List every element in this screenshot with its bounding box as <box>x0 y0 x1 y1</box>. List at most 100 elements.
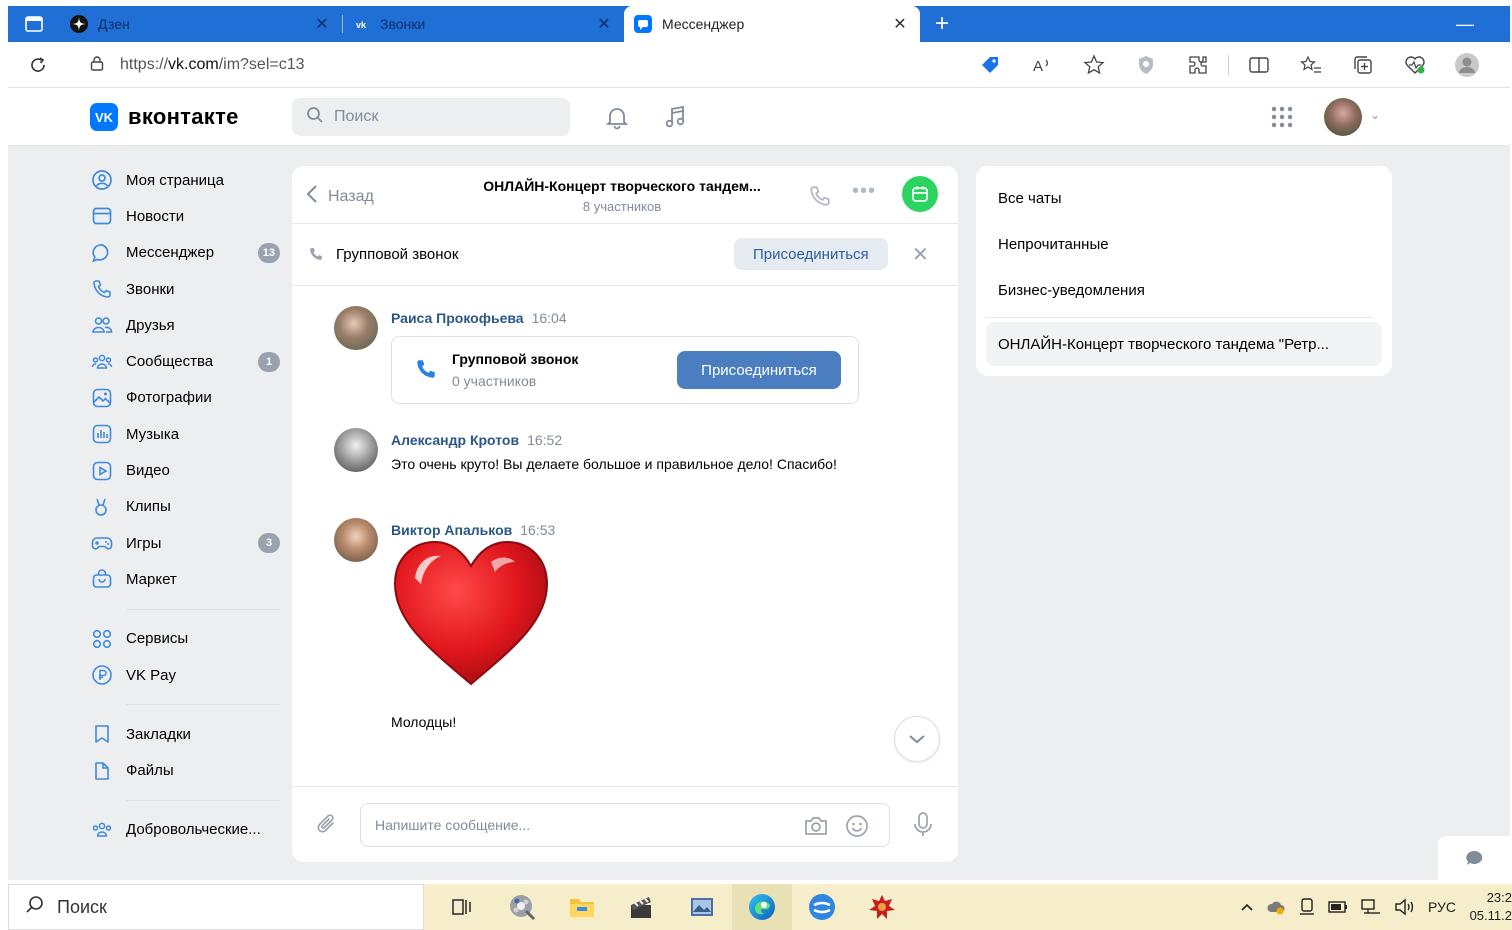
task-view-icon[interactable] <box>432 884 492 930</box>
tab-actions-icon[interactable] <box>8 6 60 42</box>
sidebar-item-friends[interactable]: Друзья <box>90 307 280 343</box>
chat-bubble-icon[interactable] <box>1438 836 1510 880</box>
meet-now-icon[interactable] <box>1298 897 1316 917</box>
profile-icon[interactable] <box>1441 52 1493 78</box>
sidebar-item-news[interactable]: Новости <box>90 198 280 234</box>
clock[interactable]: 23:2 05.11.2 <box>1462 889 1512 925</box>
minimize-icon[interactable]: — <box>1420 6 1510 42</box>
emoji-icon[interactable] <box>845 814 869 841</box>
notifications-bell-icon[interactable] <box>604 104 630 133</box>
sidebar-item-communities[interactable]: Сообщества 1 <box>90 343 280 379</box>
sidebar-item-calls[interactable]: Звонки <box>90 271 280 307</box>
message-input[interactable] <box>375 804 795 846</box>
sidebar-item-photos[interactable]: Фотографии <box>90 380 280 416</box>
video-icon <box>90 459 114 483</box>
favorites-list-icon[interactable] <box>1285 54 1337 76</box>
chat-header: Назад ОНЛАЙН-Концерт творческого тандем.… <box>292 166 958 224</box>
heart-sticker[interactable] <box>391 540 551 693</box>
more-options-icon[interactable]: ••• <box>852 180 876 203</box>
sidebar-item-market[interactable]: Маркет <box>90 561 280 597</box>
sidebar-item-video[interactable]: Видео <box>90 452 280 488</box>
taskbar-search-label: Поиск <box>57 896 107 917</box>
chat-member-count[interactable]: 8 участников <box>472 199 772 214</box>
sidebar-item-clips[interactable]: Клипы <box>90 489 280 525</box>
sidebar-item-files[interactable]: Файлы <box>90 752 280 788</box>
vk-logo[interactable]: VK вконтакте <box>90 103 239 131</box>
browser-tab-calls[interactable]: vk Звонки ✕ <box>342 6 624 42</box>
url-text: https://vk.com/im?sel=c13 <box>120 55 305 73</box>
music-player-icon[interactable] <box>662 104 688 133</box>
collections-icon[interactable] <box>1337 54 1389 76</box>
folder-business[interactable]: Бизнес-уведомления <box>998 282 1145 299</box>
extensions-icon[interactable] <box>1172 54 1224 76</box>
chevron-down-icon[interactable]: ⌄ <box>1370 108 1380 122</box>
close-tab-icon[interactable]: ✕ <box>890 14 910 34</box>
sidebar-item-my-page[interactable]: Моя страница <box>90 162 280 198</box>
user-avatar[interactable] <box>1324 98 1362 136</box>
sidebar-item-vkpay[interactable]: VK Pay <box>90 657 280 693</box>
coupon-icon[interactable] <box>964 54 1016 76</box>
unread-badge: 13 <box>257 242 280 263</box>
sidebar-item-volunteers[interactable]: Добровольческие... <box>90 812 280 848</box>
scroll-down-button[interactable] <box>894 716 940 762</box>
message-author[interactable]: Виктор Апальков 16:53 <box>391 522 555 538</box>
chat-title[interactable]: ОНЛАЙН-Концерт творческого тандем... <box>472 178 772 194</box>
apps-grid-icon[interactable] <box>1270 105 1294 132</box>
edge-browser-icon[interactable] <box>732 884 792 930</box>
microphone-icon[interactable] <box>912 811 934 842</box>
favorite-star-icon[interactable] <box>1068 53 1120 76</box>
join-call-button[interactable]: Присоединиться <box>734 238 888 270</box>
group-call-label: Групповой звонок <box>336 246 459 263</box>
messenger-app-icon[interactable] <box>792 884 852 930</box>
close-tab-icon[interactable]: ✕ <box>312 14 332 34</box>
author-avatar[interactable] <box>334 428 378 472</box>
message-item: Александр Кротов 16:52 Это очень круто! В… <box>334 428 894 504</box>
input-language[interactable]: РУС <box>1428 899 1456 915</box>
split-screen-icon[interactable] <box>1233 55 1285 75</box>
author-avatar[interactable] <box>334 518 378 562</box>
volume-icon[interactable] <box>1394 898 1416 916</box>
browser-tab-dzen[interactable]: Дзен ✕ <box>60 6 342 42</box>
url-field[interactable]: https://vk.com/im?sel=c13 <box>68 47 958 82</box>
vk-search-input[interactable]: Поиск <box>292 98 570 136</box>
reload-icon[interactable] <box>8 55 68 75</box>
folder-all-chats[interactable]: Все чаты <box>998 190 1062 207</box>
sidebar-item-games[interactable]: Игры 3 <box>90 525 280 561</box>
sidebar-item-music[interactable]: Музыка <box>90 416 280 452</box>
battery-icon[interactable] <box>1328 900 1348 914</box>
back-button[interactable]: Назад <box>306 184 374 209</box>
message-author[interactable]: Раиса Прокофьева 16:04 <box>391 310 567 326</box>
taskbar-search[interactable]: Поиск <box>8 884 424 930</box>
folder-unread[interactable]: Непрочитанные <box>998 236 1109 253</box>
cloud-icon[interactable] <box>1266 898 1286 916</box>
network-icon[interactable] <box>1360 898 1382 916</box>
photo-editor-icon[interactable] <box>672 884 732 930</box>
browser-tab-messenger[interactable]: Мессенджер ✕ <box>624 6 920 42</box>
performance-icon[interactable] <box>1389 54 1441 76</box>
join-call-card-button[interactable]: Присоединиться <box>677 351 841 389</box>
sidebar-item-bookmarks[interactable]: Закладки <box>90 716 280 752</box>
camera-icon[interactable] <box>803 814 829 841</box>
author-avatar[interactable] <box>334 306 378 350</box>
svg-text:vk: vk <box>356 20 367 30</box>
file-explorer-icon[interactable] <box>552 884 612 930</box>
movie-maker-icon[interactable] <box>612 884 672 930</box>
shield-icon[interactable] <box>1120 54 1172 76</box>
read-aloud-icon[interactable]: A <box>1016 55 1068 75</box>
folder-active-chat[interactable]: ОНЛАЙН-Концерт творческого тандема "Ретр… <box>986 322 1382 366</box>
sidebar-item-messenger[interactable]: Мессенджер 13 <box>90 235 280 271</box>
chat-app-button[interactable] <box>902 176 938 212</box>
call-icon[interactable] <box>808 184 832 211</box>
message-time: 16:53 <box>520 522 556 538</box>
call-card-title: Групповой звонок <box>452 351 579 367</box>
close-tab-icon[interactable]: ✕ <box>594 14 614 34</box>
new-tab-icon[interactable]: + <box>920 6 964 42</box>
chevron-up-icon[interactable] <box>1240 902 1254 912</box>
message-author[interactable]: Александр Кротов 16:52 <box>391 432 562 448</box>
attach-icon[interactable] <box>314 811 340 840</box>
media-player-icon[interactable] <box>492 884 552 930</box>
message-text: Это очень круто! Вы делаете большое и пр… <box>391 456 837 472</box>
sidebar-item-services[interactable]: Сервисы <box>90 621 280 657</box>
game-app-icon[interactable] <box>852 884 912 930</box>
close-icon[interactable]: ✕ <box>912 242 929 267</box>
